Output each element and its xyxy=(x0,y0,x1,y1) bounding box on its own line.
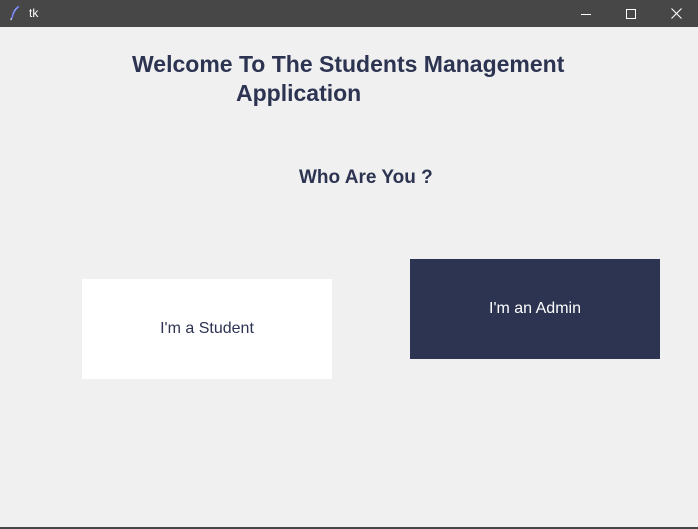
close-icon xyxy=(670,8,682,19)
welcome-heading-line1: Welcome To The Students Management xyxy=(132,51,565,77)
maximize-button[interactable] xyxy=(608,0,654,27)
app-window: tk Welcome To The Students Management Ap… xyxy=(0,0,698,529)
admin-button[interactable]: I'm an Admin xyxy=(410,259,660,359)
minimize-button[interactable] xyxy=(563,0,609,27)
who-are-you-prompt: Who Are You ? xyxy=(299,167,433,188)
tk-feather-icon xyxy=(9,5,21,21)
welcome-heading-line2: Application xyxy=(236,80,362,106)
window-title: tk xyxy=(29,6,39,20)
student-button[interactable]: I'm a Student xyxy=(82,279,332,379)
title-bar[interactable]: tk xyxy=(0,0,698,27)
minimize-icon xyxy=(581,9,591,19)
maximize-icon xyxy=(626,8,636,19)
close-button[interactable] xyxy=(653,0,698,27)
